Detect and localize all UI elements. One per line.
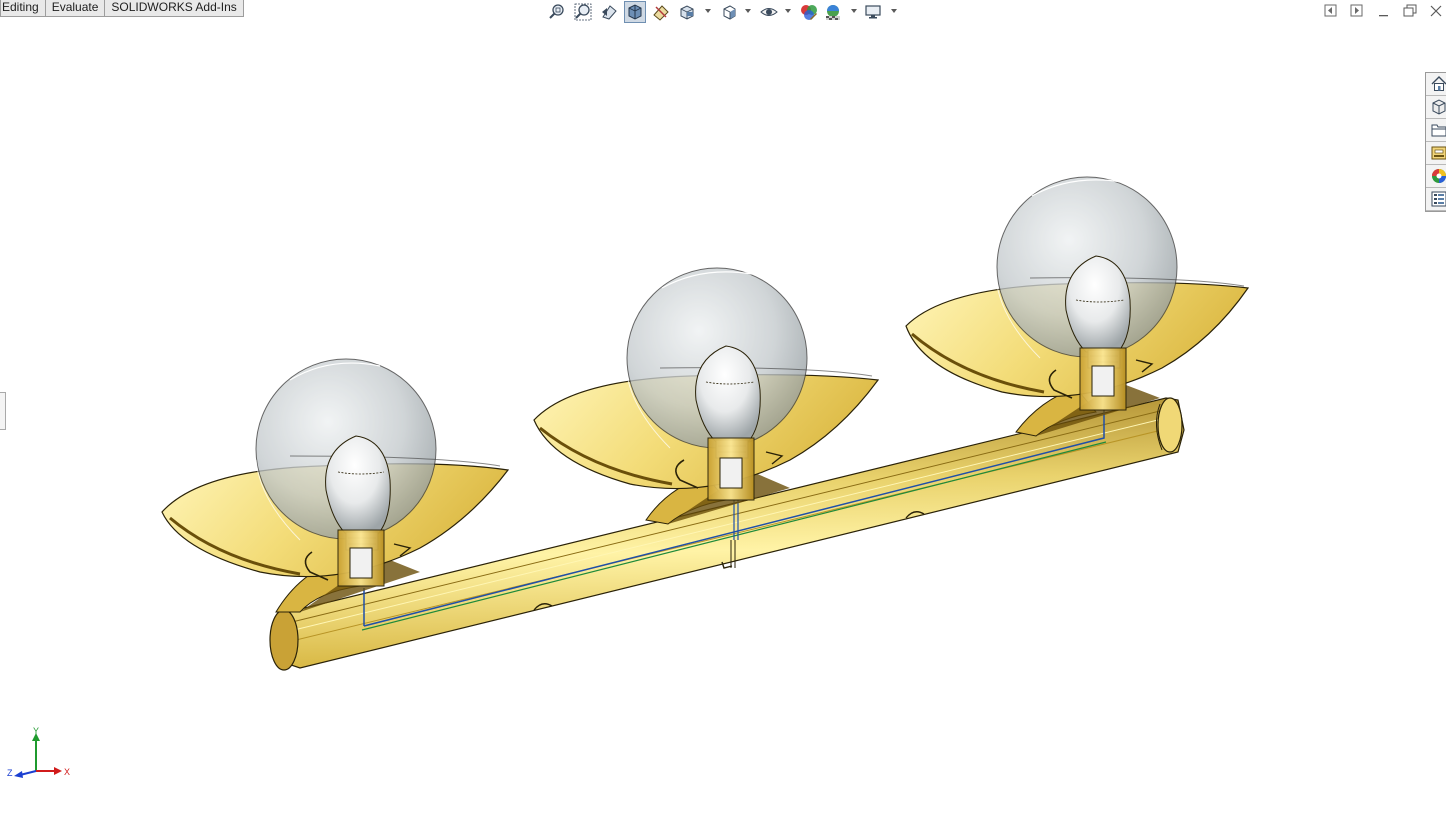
light-fixture-right[interactable] xyxy=(905,176,1250,437)
y-axis-label: Y xyxy=(33,726,39,736)
x-axis-label: X xyxy=(64,767,70,777)
graphics-area[interactable] xyxy=(0,0,1446,823)
reference-triad: Y X Z xyxy=(7,726,70,778)
z-axis-label: Z xyxy=(7,768,13,778)
